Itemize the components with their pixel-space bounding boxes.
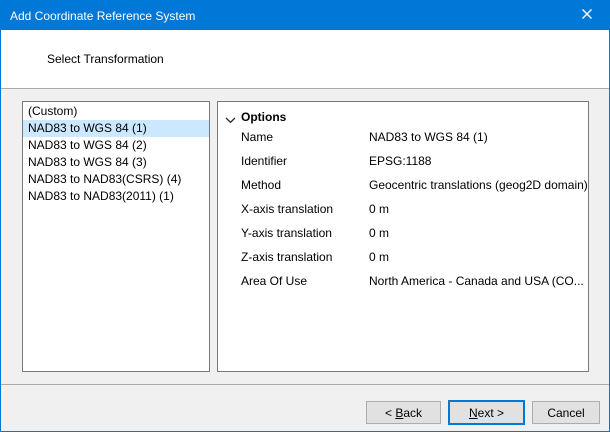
- titlebar[interactable]: Add Coordinate Reference System: [1, 1, 609, 30]
- property-label: X-axis translation: [241, 202, 333, 216]
- property-value: 0 m: [369, 250, 389, 264]
- property-row: Area Of Use North America - Canada and U…: [218, 273, 588, 297]
- transformation-list-item[interactable]: NAD83 to WGS 84 (2): [23, 137, 209, 154]
- cancel-button-label: Cancel: [547, 406, 584, 420]
- options-property-list: Name NAD83 to WGS 84 (1) Identifier EPSG…: [218, 129, 588, 297]
- chevron-down-icon: [225, 113, 236, 127]
- property-label: Area Of Use: [241, 274, 307, 288]
- options-title: Options: [241, 110, 286, 124]
- property-row: Method Geocentric translations (geog2D d…: [218, 177, 588, 201]
- transformation-listbox[interactable]: (Custom) NAD83 to WGS 84 (1) NAD83 to WG…: [22, 101, 210, 372]
- options-panel: Options Name NAD83 to WGS 84 (1) Identif…: [217, 101, 589, 372]
- transformation-list-item[interactable]: (Custom): [23, 103, 209, 120]
- transformation-list-item[interactable]: NAD83 to NAD83(2011) (1): [23, 188, 209, 205]
- transformation-list-item[interactable]: NAD83 to NAD83(CSRS) (4): [23, 171, 209, 188]
- back-button[interactable]: < Back: [366, 401, 441, 424]
- page-subtitle: Select Transformation: [47, 52, 164, 66]
- options-section-header[interactable]: Options: [218, 110, 588, 126]
- next-button[interactable]: Next >: [448, 400, 525, 425]
- next-button-label: Next >: [469, 406, 504, 420]
- property-label: Y-axis translation: [241, 226, 332, 240]
- property-value: 0 m: [369, 226, 389, 240]
- property-value: Geocentric translations (geog2D domain): [369, 178, 588, 192]
- property-row: Z-axis translation 0 m: [218, 249, 588, 273]
- property-value: North America - Canada and USA (CO...: [369, 274, 584, 288]
- add-crs-dialog: Add Coordinate Reference System Select T…: [0, 0, 610, 432]
- footer-separator: [1, 384, 609, 385]
- property-value: EPSG:1188: [369, 154, 431, 168]
- property-label: Name: [241, 130, 273, 144]
- close-icon: [581, 8, 593, 23]
- transformation-list-item[interactable]: NAD83 to WGS 84 (3): [23, 154, 209, 171]
- property-row: Name NAD83 to WGS 84 (1): [218, 129, 588, 153]
- window-title: Add Coordinate Reference System: [10, 9, 195, 23]
- property-row: X-axis translation 0 m: [218, 201, 588, 225]
- property-value: 0 m: [369, 202, 389, 216]
- property-label: Identifier: [241, 154, 287, 168]
- property-row: Y-axis translation 0 m: [218, 225, 588, 249]
- property-value: NAD83 to WGS 84 (1): [369, 130, 488, 144]
- property-label: Method: [241, 178, 281, 192]
- cancel-button[interactable]: Cancel: [532, 401, 600, 424]
- wizard-header: Select Transformation: [1, 30, 609, 88]
- transformation-list-item[interactable]: NAD83 to WGS 84 (1): [23, 120, 209, 137]
- back-button-label: < Back: [385, 406, 422, 420]
- close-button[interactable]: [564, 1, 609, 30]
- property-row: Identifier EPSG:1188: [218, 153, 588, 177]
- property-label: Z-axis translation: [241, 250, 332, 264]
- header-separator: [1, 88, 609, 89]
